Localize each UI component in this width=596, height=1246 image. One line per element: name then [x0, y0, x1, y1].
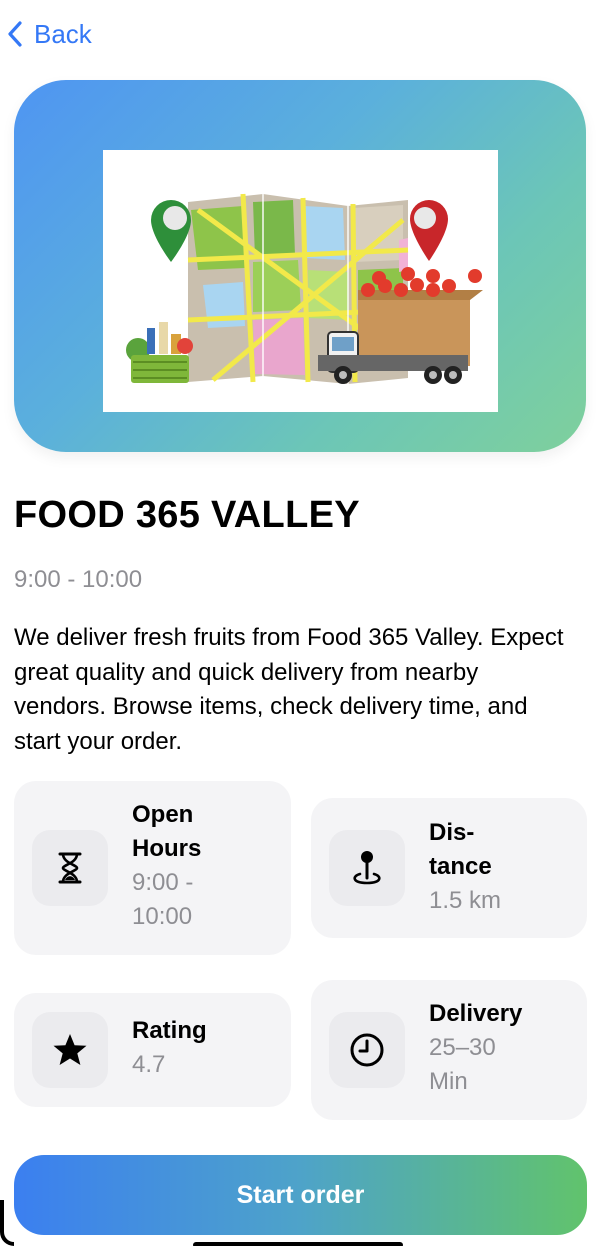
device-corner — [0, 1200, 14, 1246]
delivery-label: Delivery — [429, 1000, 523, 1027]
open-hours-card: Open Hours 9:00 - 10:00 — [14, 781, 291, 955]
hero-illustration — [103, 150, 498, 412]
rating-value: 4.7 — [132, 1051, 166, 1078]
red-pin-icon — [410, 200, 448, 261]
delivery-card: Delivery 25–30 Min — [311, 980, 587, 1120]
store-detail-screen: Back FOOD 365 VALLEY 9:00 - 10:00 We del… — [0, 0, 596, 1246]
location-pin-icon-tile — [329, 830, 405, 906]
delivery-value-line1: 25–30 — [429, 1034, 496, 1061]
start-order-label: Start order — [236, 1180, 365, 1209]
store-description: We deliver fresh fruits from Food 365 Va… — [14, 624, 564, 755]
delivery-value-line2: Min — [429, 1068, 468, 1095]
open-hours-value-line2: 10:00 — [132, 903, 193, 930]
hourglass-icon — [58, 852, 82, 884]
open-hours-label-line1: Open — [132, 801, 194, 828]
clock-icon — [350, 1033, 384, 1067]
start-order-button[interactable]: Start order — [14, 1155, 587, 1235]
grocery-basket — [126, 322, 193, 383]
rating-card: Rating 4.7 — [14, 993, 291, 1107]
clock-icon-tile — [329, 1012, 405, 1088]
hourglass-icon-tile — [32, 830, 108, 906]
open-hours-label-line2: Hours — [132, 835, 202, 862]
distance-card: Dis- tance 1.5 km — [311, 798, 587, 938]
green-pin-icon — [151, 200, 191, 262]
distance-label-line1: Dis- — [429, 819, 475, 846]
back-label: Back — [34, 18, 92, 49]
home-indicator — [193, 1242, 403, 1246]
location-pin-icon — [353, 851, 381, 885]
distance-value: 1.5 km — [429, 887, 502, 914]
star-icon-tile — [32, 1012, 108, 1088]
back-button[interactable]: Back — [0, 14, 92, 54]
distance-label-line2: tance — [429, 853, 492, 880]
open-hours-value-line1: 9:00 - — [132, 869, 194, 896]
store-title: FOOD 365 VALLEY — [14, 494, 360, 536]
rating-label: Rating — [132, 1017, 207, 1044]
star-icon — [53, 1034, 87, 1065]
chevron-left-icon — [8, 21, 22, 47]
store-hours: 9:00 - 10:00 — [14, 566, 143, 593]
